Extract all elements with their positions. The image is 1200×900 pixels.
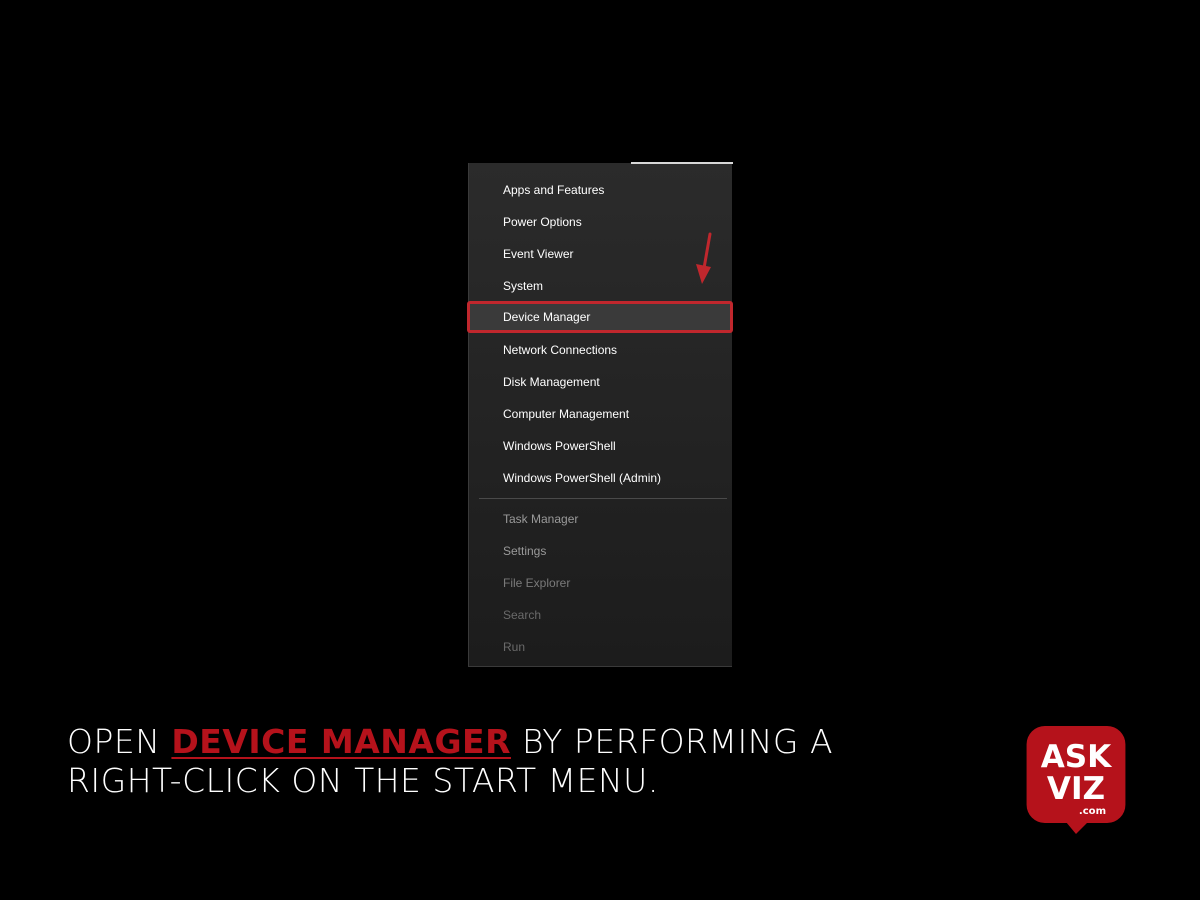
menu-item-network-connections[interactable]: Network Connections: [469, 334, 733, 366]
instruction-caption: OPEN DEVICE MANAGER BY PERFORMING A RIGH…: [67, 722, 833, 800]
menu-top-edge: [631, 162, 733, 164]
logo-text-ask: ASK: [1041, 739, 1113, 775]
caption-suffix: BY PERFORMING A: [510, 722, 834, 761]
caption-line-2: RIGHT-CLICK ON THE START MENU.: [67, 761, 659, 800]
menu-item-computer-management[interactable]: Computer Management: [469, 398, 733, 430]
menu-item-settings[interactable]: Settings: [469, 535, 733, 567]
menu-item-file-explorer[interactable]: File Explorer: [469, 567, 733, 599]
menu-item-search[interactable]: Search: [469, 599, 733, 631]
logo-text-viz: VIZ: [1047, 771, 1105, 807]
askviz-logo: ASK VIZ .com: [1026, 726, 1126, 834]
caption-line-1: OPEN DEVICE MANAGER BY PERFORMING A: [67, 722, 833, 761]
menu-item-disk-management[interactable]: Disk Management: [469, 366, 733, 398]
caption-prefix: OPEN: [67, 722, 172, 761]
logo-text-domain: .com: [1079, 806, 1106, 817]
menu-item-task-manager[interactable]: Task Manager: [469, 503, 733, 535]
menu-item-apps-and-features[interactable]: Apps and Features: [469, 174, 733, 206]
menu-separator: [479, 498, 727, 499]
caption-accent: DEVICE MANAGER: [171, 722, 511, 761]
red-arrow-icon: [696, 232, 712, 284]
menu-item-windows-powershell-admin[interactable]: Windows PowerShell (Admin): [469, 462, 733, 494]
menu-item-device-manager[interactable]: Device Manager: [467, 301, 733, 333]
menu-item-run[interactable]: Run: [469, 631, 733, 663]
menu-item-windows-powershell[interactable]: Windows PowerShell: [469, 430, 733, 462]
